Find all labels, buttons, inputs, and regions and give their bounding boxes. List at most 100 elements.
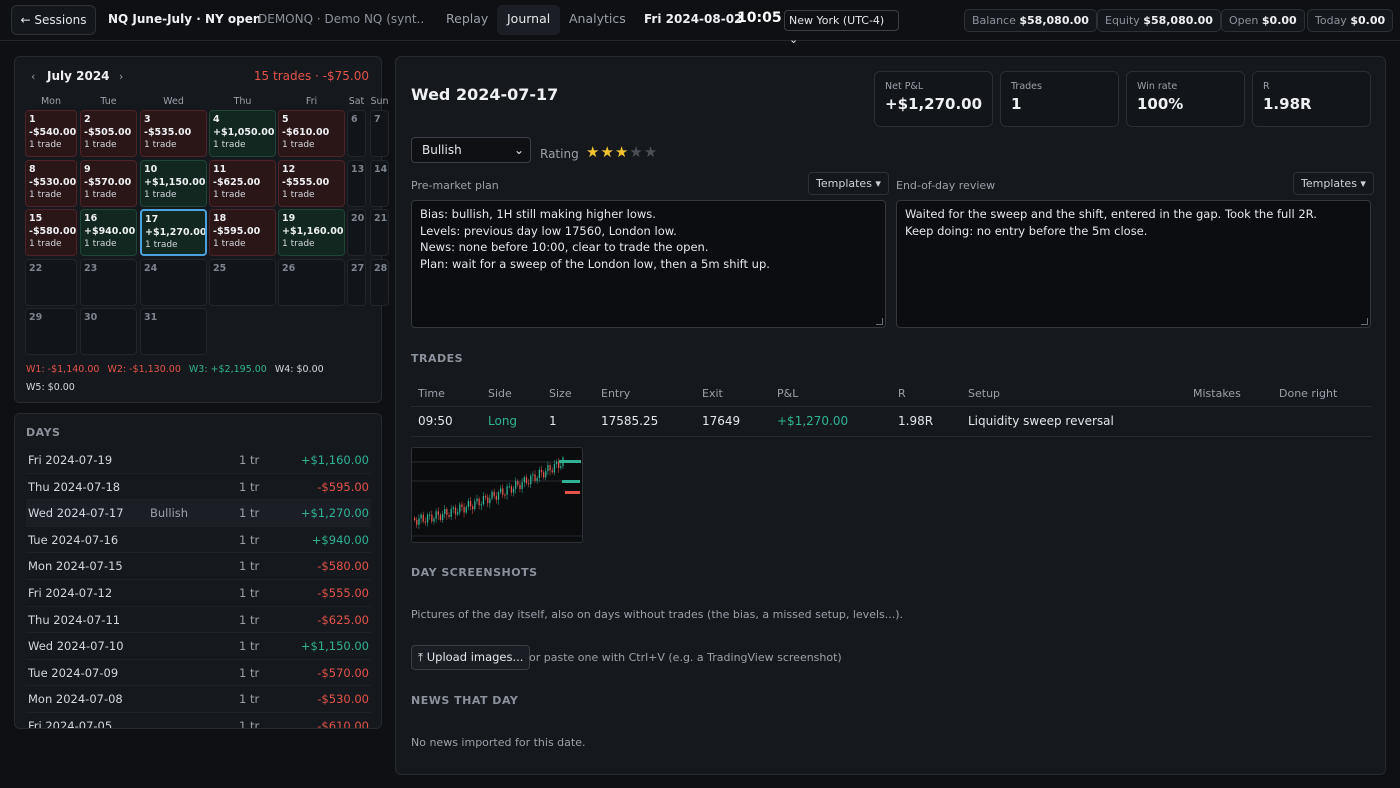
- calendar-day-30[interactable]: 30: [80, 308, 137, 355]
- trade-entry: 17585.25: [601, 414, 659, 428]
- list-item[interactable]: Thu 2024-07-11 1 tr -$625.00: [26, 607, 371, 634]
- bias-select[interactable]: Bullish ⌄: [411, 137, 531, 163]
- list-item[interactable]: Fri 2024-07-05 1 tr -$610.00: [26, 713, 371, 728]
- candle-body: [426, 514, 429, 523]
- calendar-day-1[interactable]: 1 -$540.00 1 trade: [25, 110, 77, 157]
- eod-textarea[interactable]: Waited for the sweep and the shift, ente…: [896, 200, 1371, 328]
- calendar-day-4[interactable]: 4 +$1,050.00 1 trade: [209, 110, 276, 157]
- day-number: 2: [84, 114, 91, 125]
- star-icon[interactable]: ★: [629, 143, 643, 161]
- calendar-day-26[interactable]: 26: [278, 259, 345, 306]
- timezone-select[interactable]: New York (UTC-4) ⌄: [784, 10, 899, 46]
- candle-body: [441, 513, 444, 520]
- tab-journal[interactable]: Journal: [497, 5, 561, 35]
- star-icon[interactable]: ★: [615, 143, 629, 161]
- day-trade-count: 1 trade: [282, 190, 315, 200]
- calendar-day-6[interactable]: 6: [347, 110, 366, 157]
- calendar-day-5[interactable]: 5 -$610.00 1 trade: [278, 110, 345, 157]
- list-item[interactable]: Mon 2024-07-08 1 tr -$530.00: [26, 686, 371, 713]
- kpi-label: Win rate: [1137, 81, 1178, 92]
- calendar-day-16[interactable]: 16 +$940.00 1 trade: [80, 209, 137, 256]
- calendar-day-11[interactable]: 11 -$625.00 1 trade: [209, 160, 276, 207]
- calendar-day-10[interactable]: 10 +$1,150.00 1 trade: [140, 160, 207, 207]
- resize-grip-icon[interactable]: [1361, 318, 1368, 325]
- day-pnl: -$530.00: [29, 177, 77, 188]
- calendar-day-15[interactable]: 15 -$580.00 1 trade: [25, 209, 77, 256]
- calendar-day-7[interactable]: 7: [370, 110, 389, 157]
- premarket-line: Levels: previous day low 17560, London l…: [420, 223, 677, 238]
- calendar-day-8[interactable]: 8 -$530.00 1 trade: [25, 160, 77, 207]
- day-number: 16: [84, 213, 98, 224]
- day-number: 29: [29, 312, 43, 323]
- calendar-day-13[interactable]: 13: [347, 160, 366, 207]
- star-icon[interactable]: ★: [644, 143, 658, 161]
- calendar-day-23[interactable]: 23: [80, 259, 137, 306]
- calendar-day-3[interactable]: 3 -$535.00 1 trade: [140, 110, 207, 157]
- trade-screenshot-thumbnail[interactable]: [411, 447, 583, 543]
- back-to-sessions-button[interactable]: ← Sessions: [11, 5, 96, 35]
- list-item[interactable]: Wed 2024-07-10 1 tr +$1,150.00: [26, 633, 371, 660]
- tab-replay[interactable]: Replay: [436, 5, 498, 35]
- days-list: Fri 2024-07-19 1 tr +$1,160.00 Thu 2024-07-…: [26, 447, 371, 728]
- tab-analytics[interactable]: Analytics: [559, 5, 636, 35]
- candle-body: [450, 508, 452, 517]
- calendar-day-28[interactable]: 28: [370, 259, 389, 306]
- calendar-day-31[interactable]: 31: [140, 308, 207, 355]
- calendar-day-25[interactable]: 25: [209, 259, 276, 306]
- resize-grip-icon[interactable]: [876, 318, 883, 325]
- list-item[interactable]: Tue 2024-07-16 1 tr +$940.00: [26, 527, 371, 554]
- price-tag: [559, 460, 581, 463]
- premarket-textarea[interactable]: Bias: bullish, 1H still making higher lo…: [411, 200, 886, 328]
- list-item[interactable]: Tue 2024-07-09 1 tr -$570.00: [26, 660, 371, 687]
- list-item[interactable]: Fri 2024-07-19 1 tr +$1,160.00: [26, 447, 371, 474]
- day-number: 14: [374, 164, 388, 175]
- calendar-day-14[interactable]: 14: [370, 160, 389, 207]
- calendar-day-18[interactable]: 18 -$595.00 1 trade: [209, 209, 276, 256]
- list-item[interactable]: Mon 2024-07-15 1 tr -$580.00: [26, 553, 371, 580]
- eod-templates-button[interactable]: Templates ▾: [1293, 172, 1374, 195]
- calendar-day-17[interactable]: 17 +$1,270.00 1 trade: [140, 209, 207, 256]
- days-panel: DAYS Fri 2024-07-19 1 tr +$1,160.00 Thu 202…: [14, 413, 382, 729]
- candle-body: [534, 474, 536, 481]
- day-trade-count: 1 tr: [239, 479, 260, 494]
- calendar-day-19[interactable]: 19 +$1,160.00 1 trade: [278, 209, 345, 256]
- calendar-day-2[interactable]: 2 -$505.00 1 trade: [80, 110, 137, 157]
- month-summary: 15 trades · -$75.00: [253, 69, 369, 83]
- day-number: 19: [282, 213, 296, 224]
- candle-body: [489, 498, 491, 504]
- calendar-day-9[interactable]: 9 -$570.00 1 trade: [80, 160, 137, 207]
- next-month-icon[interactable]: ›: [119, 70, 123, 83]
- list-item[interactable]: Wed 2024-07-17 Bullish 1 tr +$1,270.00: [26, 500, 371, 527]
- calendar-day-27[interactable]: 27: [347, 259, 366, 306]
- list-item[interactable]: Fri 2024-07-12 1 tr -$555.00: [26, 580, 371, 607]
- news-title: NEWS THAT DAY: [411, 694, 519, 707]
- calendar-day-24[interactable]: 24: [140, 259, 207, 306]
- prev-month-icon[interactable]: ‹: [31, 70, 35, 83]
- candle-body: [437, 511, 439, 515]
- premarket-line: Bias: bullish, 1H still making higher lo…: [420, 207, 656, 221]
- day-trade-count: 1 trade: [213, 140, 246, 150]
- upload-images-button[interactable]: ⤒ Upload images...: [411, 645, 531, 670]
- candle-body: [424, 521, 427, 523]
- premarket-templates-button[interactable]: Templates ▾: [808, 172, 889, 195]
- balance-pill: Balance $58,080.00: [964, 9, 1097, 32]
- calendar-day-21[interactable]: 21: [370, 209, 389, 256]
- weekday-sun: Sun: [370, 96, 389, 107]
- table-row[interactable]: 09:50 Long 1 17585.25 17649 +$1,270.00 1.98R Li…: [411, 407, 1372, 437]
- star-icon[interactable]: ★: [600, 143, 614, 161]
- calendar-day-12[interactable]: 12 -$555.00 1 trade: [278, 160, 345, 207]
- calendar-day-29[interactable]: 29: [25, 308, 77, 355]
- stat-value: $58,080.00: [1143, 14, 1213, 27]
- list-item[interactable]: Thu 2024-07-18 1 tr -$595.00: [26, 474, 371, 501]
- kpi-trades: Trades 1: [1000, 71, 1119, 127]
- day-pnl: +$1,050.00: [213, 127, 275, 138]
- candle-body: [506, 486, 508, 495]
- candle-body: [540, 469, 543, 473]
- star-icon[interactable]: ★: [586, 143, 600, 161]
- day-trade-count: 1 trade: [84, 239, 117, 249]
- kpi-label: Trades: [1011, 81, 1042, 92]
- day-number: 4: [213, 114, 220, 125]
- calendar-day-22[interactable]: 22: [25, 259, 77, 306]
- day-pnl: -$595.00: [213, 226, 261, 237]
- calendar-day-20[interactable]: 20: [347, 209, 366, 256]
